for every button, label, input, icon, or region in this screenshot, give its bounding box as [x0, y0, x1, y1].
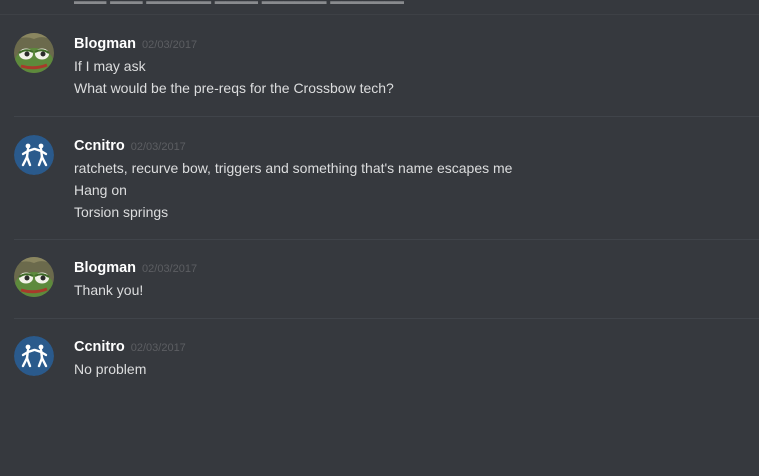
username[interactable]: Ccnitro — [74, 138, 125, 154]
message-group: Blogman 02/03/2017 Thank you! — [0, 257, 759, 319]
message-content: Thank you! — [74, 279, 143, 301]
frog-avatar-icon[interactable] — [14, 257, 54, 297]
timestamp: 02/03/2017 — [142, 263, 198, 275]
message-header: Ccnitro 02/03/2017 — [74, 337, 186, 357]
fencers-avatar-icon[interactable] — [14, 135, 54, 175]
timestamp: 02/03/2017 — [130, 342, 186, 354]
message-group: Blogman 02/03/2017 If I may ask What woul… — [0, 33, 759, 117]
message-line: Thank you! — [74, 282, 144, 298]
message-line: What would be the pre-reqs for the Cross… — [74, 80, 394, 96]
message-header: Blogman 02/03/2017 — [74, 258, 197, 278]
chat-messages-pane[interactable]: ▂▂▂ ▂▂▂ ▂▂▂▂▂▂ ▂▂▂▂ ▂▂▂▂▂▂ ▂▂▂▂▂▂▂ Blogm… — [0, 0, 759, 476]
message-content: If I may ask What would be the pre-reqs … — [74, 55, 394, 99]
message-content: ratchets, recurve bow, triggers and some… — [74, 157, 512, 223]
message-group: Ccnitro 02/03/2017 No problem — [0, 336, 759, 396]
fencers-avatar-icon[interactable] — [14, 336, 54, 376]
frog-avatar-icon[interactable] — [14, 33, 54, 73]
cutoff-previous-message: ▂▂▂ ▂▂▂ ▂▂▂▂▂▂ ▂▂▂▂ ▂▂▂▂▂▂ ▂▂▂▂▂▂▂ — [74, 0, 404, 4]
message-group: Ccnitro 02/03/2017 ratchets, recurve bow,… — [0, 135, 759, 240]
message-divider — [14, 239, 759, 240]
timestamp: 02/03/2017 — [142, 39, 198, 51]
username[interactable]: Blogman — [74, 36, 136, 52]
message-divider — [14, 318, 759, 319]
message-line: Torsion springs — [74, 204, 169, 220]
message-line: Hang on — [74, 182, 127, 198]
message-content: No problem — [74, 358, 146, 380]
message-line: No problem — [74, 361, 147, 377]
message-line: ratchets, recurve bow, triggers and some… — [74, 160, 513, 176]
message-header: Ccnitro 02/03/2017 — [74, 136, 186, 156]
message-header: Blogman 02/03/2017 — [74, 34, 197, 54]
username[interactable]: Blogman — [74, 260, 136, 276]
username[interactable]: Ccnitro — [74, 339, 125, 355]
timestamp: 02/03/2017 — [130, 141, 186, 153]
message-divider — [0, 14, 759, 15]
message-line: If I may ask — [74, 58, 146, 74]
message-divider — [14, 116, 759, 117]
